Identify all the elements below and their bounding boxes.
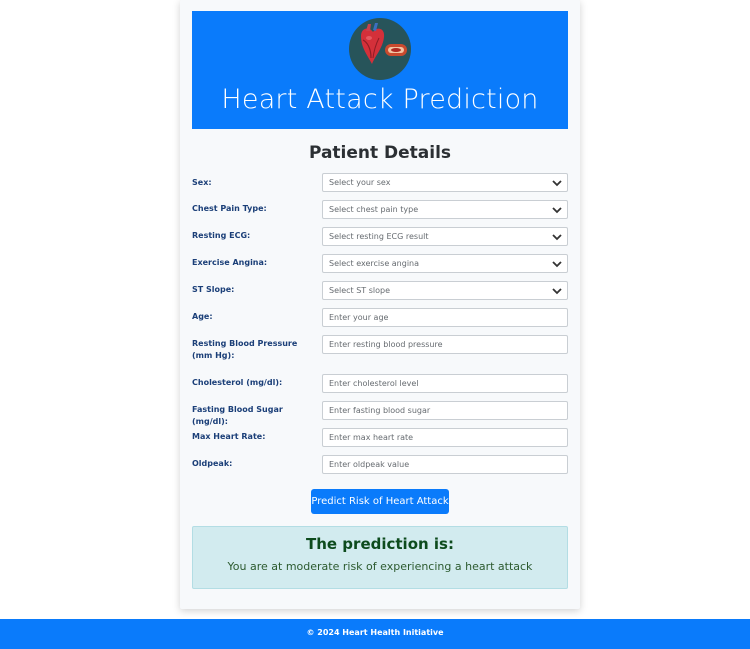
footer-text: © 2024 Heart Health Initiative: [306, 628, 444, 637]
footer: © 2024 Heart Health Initiative: [0, 619, 750, 649]
chevron-down-icon: [552, 207, 562, 214]
field-label: Exercise Angina:: [192, 258, 268, 267]
field-label: Max Heart Rate:: [192, 432, 266, 441]
select-placeholder: Select ST slope: [329, 286, 391, 295]
section-title: Patient Details: [308, 143, 452, 163]
resting-ecg-select[interactable]: Select resting ECG result: [322, 227, 568, 246]
field-label: Fasting Blood Sugar (mg/dl):: [192, 405, 283, 426]
select-placeholder: Select resting ECG result: [329, 232, 429, 241]
result-text: You are at moderate risk of experiencing…: [227, 560, 533, 573]
prediction-result-panel: The prediction is: You are at moderate r…: [192, 526, 568, 589]
result-title: The prediction is:: [306, 535, 454, 553]
page: Heart Attack Prediction Patient Details …: [0, 0, 750, 649]
oldpeak-input[interactable]: Enter oldpeak value: [322, 455, 568, 474]
chevron-down-icon: [552, 234, 562, 241]
resting-blood-pressure-input[interactable]: Enter resting blood pressure: [322, 335, 568, 354]
field-label: Resting Blood Pressure (mm Hg):: [192, 339, 298, 360]
field-label: ST Slope:: [192, 285, 235, 294]
prediction-card: Heart Attack Prediction Patient Details …: [180, 0, 580, 609]
select-placeholder: Select chest pain type: [329, 205, 419, 214]
predict-button[interactable]: Predict Risk of Heart Attack: [311, 489, 449, 514]
sex-select[interactable]: Select your sex: [322, 173, 568, 192]
exercise-angina-select[interactable]: Select exercise angina: [322, 254, 568, 273]
chest-pain-type-select[interactable]: Select chest pain type: [322, 200, 568, 219]
input-placeholder: Enter oldpeak value: [329, 460, 410, 469]
input-placeholder: Enter fasting blood sugar: [329, 406, 431, 415]
input-placeholder: Enter max heart rate: [329, 433, 414, 442]
chevron-down-icon: [552, 288, 562, 295]
max-heart-rate-input[interactable]: Enter max heart rate: [322, 428, 568, 447]
field-label: Resting ECG:: [192, 231, 251, 240]
st-slope-select[interactable]: Select ST slope: [322, 281, 568, 300]
select-placeholder: Select exercise angina: [329, 259, 420, 268]
heart-anatomy-icon: [349, 18, 411, 80]
input-placeholder: Enter your age: [329, 313, 389, 322]
field-label: Oldpeak:: [192, 459, 233, 468]
input-placeholder: Enter resting blood pressure: [329, 340, 443, 349]
age-input[interactable]: Enter your age: [322, 308, 568, 327]
field-label: Sex:: [192, 178, 212, 187]
field-label: Age:: [192, 312, 213, 321]
chevron-down-icon: [552, 180, 562, 187]
cholesterol-input[interactable]: Enter cholesterol level: [322, 374, 568, 393]
input-placeholder: Enter cholesterol level: [329, 379, 419, 388]
header-banner: Heart Attack Prediction: [192, 11, 568, 129]
page-title: Heart Attack Prediction: [221, 84, 539, 115]
fasting-blood-sugar-input[interactable]: Enter fasting blood sugar: [322, 401, 568, 420]
field-label: Cholesterol (mg/dl):: [192, 378, 283, 387]
field-label: Chest Pain Type:: [192, 204, 267, 213]
chevron-down-icon: [552, 261, 562, 268]
select-placeholder: Select your sex: [329, 178, 391, 187]
